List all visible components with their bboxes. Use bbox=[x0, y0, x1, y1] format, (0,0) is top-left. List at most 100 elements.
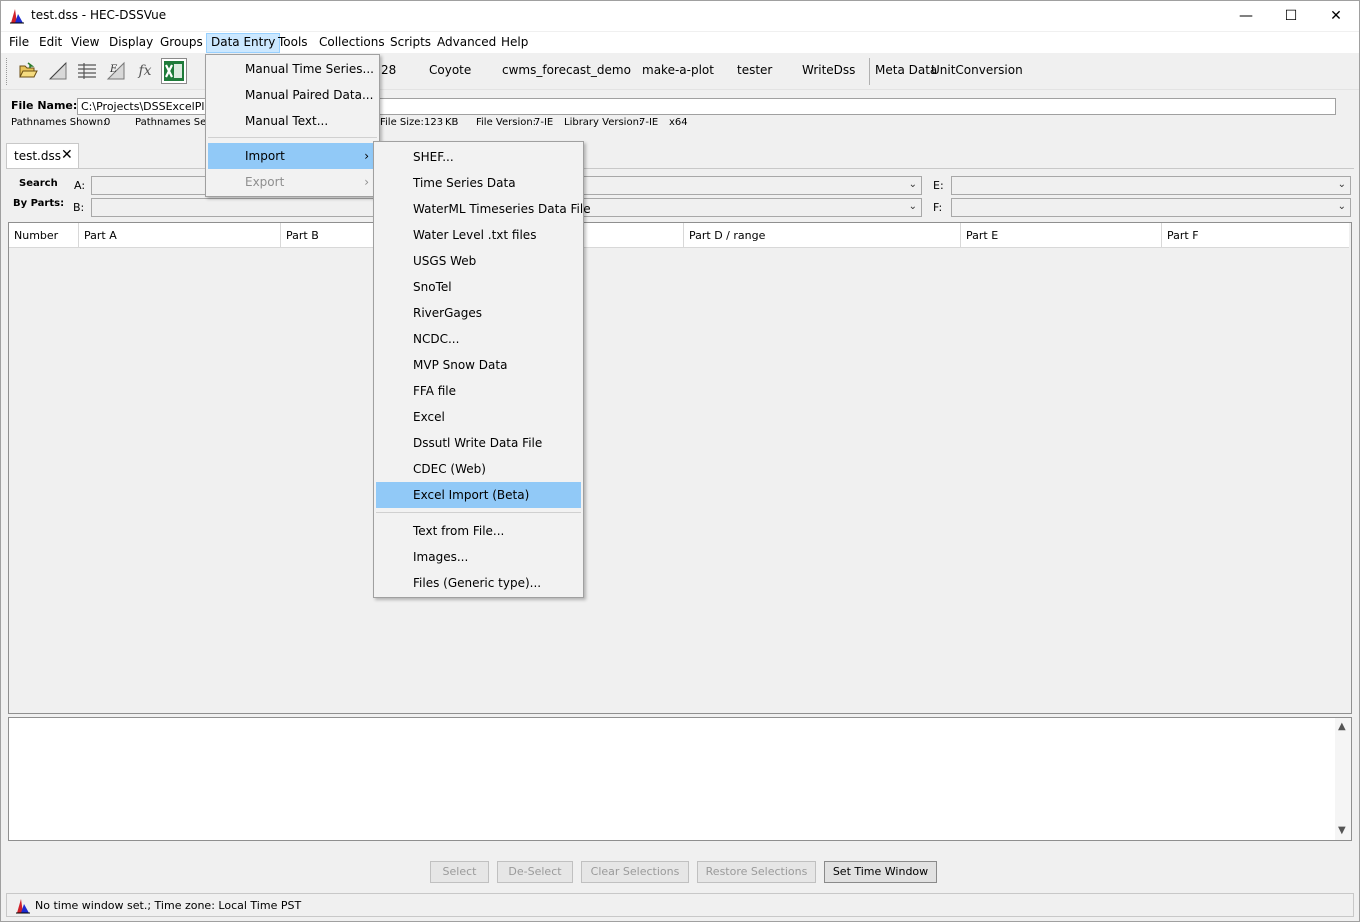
close-button[interactable]: ✕ bbox=[1313, 1, 1359, 31]
pathnames-shown-label: Pathnames Shown: bbox=[11, 117, 107, 128]
part-a-label: A: bbox=[74, 179, 86, 192]
menu-item-manual-paired-data[interactable]: Manual Paired Data... bbox=[208, 82, 377, 108]
menu-scripts[interactable]: Scripts bbox=[386, 33, 435, 53]
part-f-combo[interactable]: ⌄ bbox=[951, 198, 1351, 217]
part-e-combo[interactable]: ⌄ bbox=[951, 176, 1351, 195]
file-size-value: 123 bbox=[424, 117, 444, 128]
vertical-scrollbar[interactable]: ▲ ▼ bbox=[1335, 718, 1351, 840]
app-window: test.dss - HEC-DSSVue — ☐ ✕ File Edit Vi… bbox=[0, 0, 1360, 922]
import-item-shef[interactable]: SHEF... bbox=[376, 144, 581, 170]
import-item-excel[interactable]: Excel bbox=[376, 404, 581, 430]
clear-selections-button[interactable]: Clear Selections bbox=[581, 861, 689, 883]
chevron-right-icon: › bbox=[364, 149, 369, 163]
open-folder-icon[interactable] bbox=[15, 58, 41, 84]
plot-icon[interactable] bbox=[45, 58, 71, 84]
column-part-a[interactable]: Part A bbox=[79, 223, 281, 248]
file-size-unit: KB bbox=[445, 117, 459, 128]
menu-item-export[interactable]: Export › bbox=[208, 169, 377, 195]
selected-pathnames-area[interactable]: ▲ ▼ bbox=[8, 717, 1352, 841]
pathnames-shown-value: 0 bbox=[104, 117, 111, 128]
menu-item-manual-time-series[interactable]: Manual Time Series... bbox=[208, 56, 377, 82]
maximize-button[interactable]: ☐ bbox=[1268, 1, 1314, 31]
minimize-icon: — bbox=[1239, 8, 1253, 24]
math-functions-icon[interactable]: fx bbox=[132, 58, 158, 84]
menu-item-manual-text[interactable]: Manual Text... bbox=[208, 108, 377, 134]
part-b-label: B: bbox=[73, 201, 85, 214]
script-cwms-forecast-demo[interactable]: cwms_forecast_demo bbox=[502, 63, 631, 77]
import-item-mvp-snow[interactable]: MVP Snow Data bbox=[376, 352, 581, 378]
menu-view[interactable]: View bbox=[67, 33, 103, 53]
import-item-ncdc[interactable]: NCDC... bbox=[376, 326, 581, 352]
menu-help[interactable]: Help bbox=[497, 33, 532, 53]
menu-bar: File Edit View Display Groups Data Entry… bbox=[1, 32, 1359, 53]
pathname-table[interactable]: Number Part A Part B Part D / range Part… bbox=[8, 222, 1352, 714]
import-submenu: SHEF... Time Series Data WaterML Timeser… bbox=[373, 141, 591, 598]
excel-icon[interactable] bbox=[161, 58, 187, 84]
set-time-window-button[interactable]: Set Time Window bbox=[824, 861, 937, 883]
menu-file[interactable]: File bbox=[5, 33, 33, 53]
tabulate-icon[interactable] bbox=[74, 58, 100, 84]
menu-separator bbox=[376, 512, 581, 513]
library-version-label: Library Version: bbox=[564, 117, 643, 128]
import-item-images[interactable]: Images... bbox=[376, 544, 581, 570]
import-item-ffa-file[interactable]: FFA file bbox=[376, 378, 581, 404]
file-name-label: File Name: bbox=[11, 99, 78, 112]
deselect-button[interactable]: De-Select bbox=[497, 861, 573, 883]
chevron-down-icon: ⌄ bbox=[908, 179, 917, 190]
status-bar: No time window set.; Time zone: Local Ti… bbox=[6, 893, 1354, 917]
edit-icon[interactable]: E bbox=[103, 58, 129, 84]
script-tester[interactable]: tester bbox=[737, 63, 772, 77]
import-item-snotel[interactable]: SnoTel bbox=[376, 274, 581, 300]
hec-dssvue-logo-icon bbox=[10, 9, 24, 24]
import-item-excel-import-beta[interactable]: Excel Import (Beta) bbox=[376, 482, 581, 508]
script-28[interactable]: 28 bbox=[381, 63, 396, 77]
column-part-f[interactable]: Part F bbox=[1162, 223, 1349, 248]
tab-test-dss[interactable]: test.dss ✕ bbox=[6, 143, 79, 169]
import-item-water-level[interactable]: Water Level .txt files bbox=[376, 222, 581, 248]
minimize-button[interactable]: — bbox=[1223, 1, 1269, 31]
menu-item-import[interactable]: Import › bbox=[208, 143, 377, 169]
menu-collections[interactable]: Collections bbox=[315, 33, 389, 53]
script-writedss[interactable]: WriteDss bbox=[802, 63, 855, 77]
menu-edit[interactable]: Edit bbox=[35, 33, 66, 53]
column-part-d[interactable]: Part D / range bbox=[684, 223, 961, 248]
title-bar: test.dss - HEC-DSSVue — ☐ ✕ bbox=[1, 1, 1359, 31]
menu-groups[interactable]: Groups bbox=[156, 33, 207, 53]
scroll-up-icon[interactable]: ▲ bbox=[1338, 721, 1346, 732]
import-item-waterml[interactable]: WaterML Timeseries Data File bbox=[376, 196, 591, 222]
import-item-cdec[interactable]: CDEC (Web) bbox=[376, 456, 581, 482]
import-item-time-series[interactable]: Time Series Data bbox=[376, 170, 581, 196]
import-item-text-from-file[interactable]: Text from File... bbox=[376, 518, 581, 544]
script-coyote[interactable]: Coyote bbox=[429, 63, 471, 77]
chevron-down-icon: ⌄ bbox=[1337, 201, 1346, 212]
library-version-value: 7-IE bbox=[639, 117, 659, 128]
chevron-right-icon: › bbox=[364, 175, 369, 189]
file-size-label: File Size: bbox=[380, 117, 424, 128]
import-item-dssutl[interactable]: Dssutl Write Data File bbox=[376, 430, 581, 456]
column-number[interactable]: Number bbox=[9, 223, 79, 248]
architecture-label: x64 bbox=[669, 117, 688, 128]
by-parts-label: By Parts: bbox=[13, 198, 65, 209]
file-version-value: 7-IE bbox=[534, 117, 554, 128]
menu-data-entry[interactable]: Data Entry bbox=[206, 33, 281, 53]
unit-conversion-button[interactable]: UnitConversion bbox=[931, 63, 1023, 77]
restore-selections-button[interactable]: Restore Selections bbox=[697, 861, 816, 883]
menu-advanced[interactable]: Advanced bbox=[433, 33, 500, 53]
import-item-files-generic[interactable]: Files (Generic type)... bbox=[376, 570, 581, 596]
hec-dssvue-logo-icon bbox=[16, 899, 30, 914]
meta-data-button[interactable]: Meta Data bbox=[875, 63, 937, 77]
scroll-down-icon[interactable]: ▼ bbox=[1338, 825, 1346, 836]
menu-tools[interactable]: Tools bbox=[274, 33, 312, 53]
select-button[interactable]: Select bbox=[430, 861, 489, 883]
menu-display[interactable]: Display bbox=[105, 33, 157, 53]
pathnames-selected-label: Pathnames Sele bbox=[135, 117, 216, 128]
menu-separator bbox=[208, 137, 377, 138]
import-item-rivergages[interactable]: RiverGages bbox=[376, 300, 581, 326]
toolbar-grip[interactable] bbox=[6, 58, 9, 85]
column-part-e[interactable]: Part E bbox=[961, 223, 1162, 248]
import-item-usgs-web[interactable]: USGS Web bbox=[376, 248, 581, 274]
search-label: Search bbox=[19, 178, 58, 189]
tab-close-icon[interactable]: ✕ bbox=[61, 147, 73, 163]
chevron-down-icon: ⌄ bbox=[1337, 179, 1346, 190]
script-make-a-plot[interactable]: make-a-plot bbox=[642, 63, 714, 77]
